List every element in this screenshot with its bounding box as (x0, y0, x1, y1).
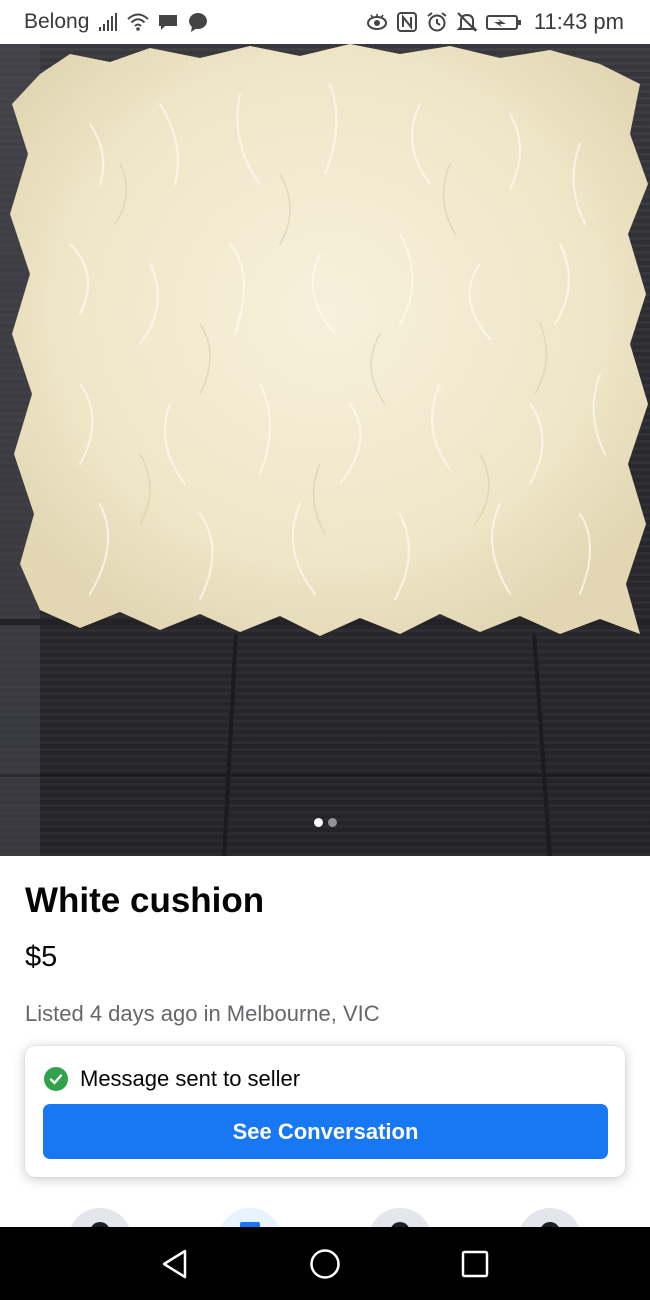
message-status-text: Message sent to seller (80, 1066, 301, 1091)
see-conversation-button[interactable]: See Conversation (43, 1104, 608, 1159)
photo-pager (0, 818, 650, 827)
cushion-image (10, 44, 648, 636)
recents-icon[interactable] (455, 1244, 495, 1284)
message-sent-card: Message sent to seller See Conversation (25, 1046, 625, 1177)
chat-icon (157, 11, 179, 33)
system-nav-bar (0, 1227, 650, 1300)
signal-icon (97, 11, 119, 33)
battery-icon (485, 11, 522, 33)
carrier-name: Belong (24, 10, 90, 33)
listing-price: $5 (25, 941, 58, 973)
eye-icon (366, 11, 388, 33)
home-icon[interactable] (305, 1244, 345, 1284)
status-left: Belong (24, 10, 209, 34)
mute-icon (456, 11, 478, 33)
listing-meta[interactable]: Listed 4 days ago in Melbourne, VIC (25, 1001, 380, 1027)
alarm-icon (426, 11, 448, 33)
status-right: 11:43 pm (366, 9, 624, 35)
back-icon[interactable] (155, 1244, 195, 1284)
wifi-icon (127, 11, 150, 33)
status-bar: Belong 11:43 pm (0, 0, 650, 44)
messenger-icon (187, 11, 209, 33)
nfc-icon (396, 11, 418, 33)
pager-dot-active (313, 818, 323, 827)
listing-title: White cushion (25, 881, 265, 920)
status-time: 11:43 pm (533, 9, 624, 34)
pager-dot (327, 818, 337, 827)
message-status-row: Message sent to seller (44, 1066, 300, 1092)
check-circle-icon (44, 1067, 68, 1091)
listing-photo[interactable] (0, 44, 650, 856)
